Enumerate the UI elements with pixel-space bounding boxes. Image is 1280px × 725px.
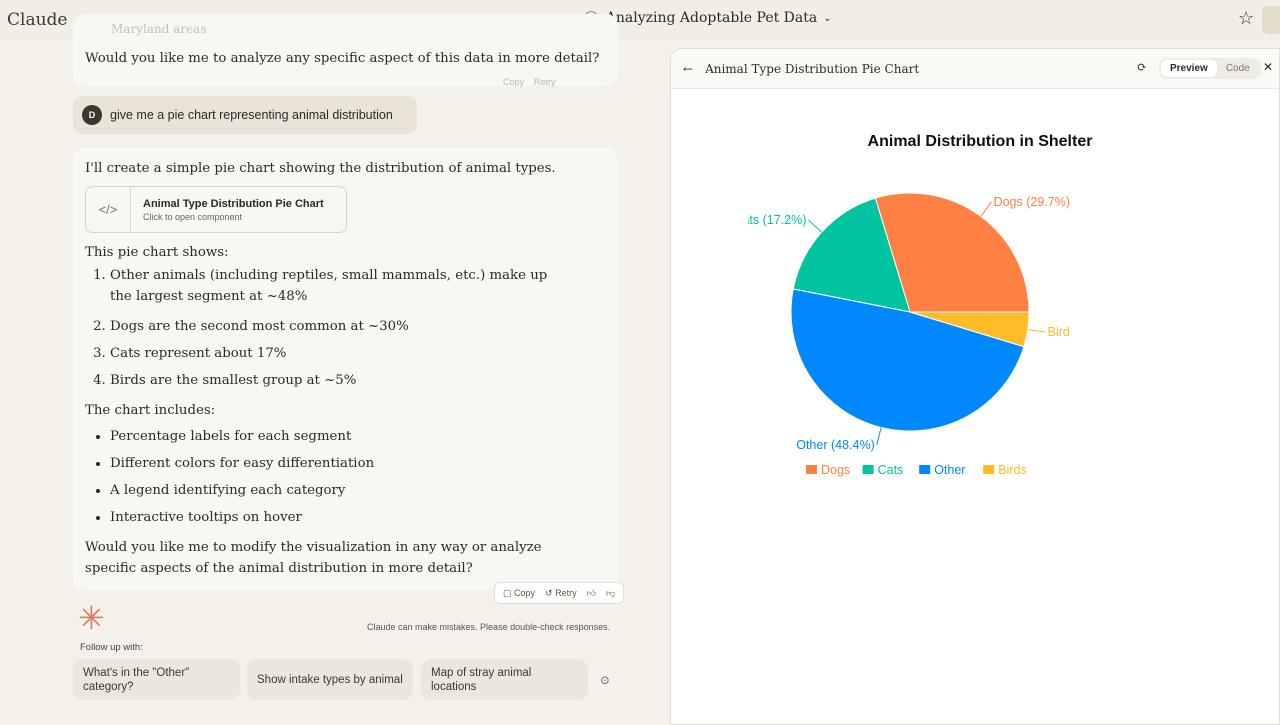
followup-chip[interactable]: Show intake types by animal bbox=[247, 659, 413, 700]
label-line bbox=[808, 219, 823, 233]
legend-item-birds[interactable]: Birds bbox=[983, 463, 1027, 477]
artifact-panel: ← Animal Type Distribution Pie Chart ⟳ P… bbox=[670, 48, 1280, 725]
thumbs-up-icon[interactable]: 👍︎ bbox=[587, 588, 596, 599]
claude-logo[interactable]: Claude bbox=[7, 10, 67, 30]
legend-item-dogs[interactable]: Dogs bbox=[806, 463, 850, 477]
slice-label: Cats (17.2%) bbox=[733, 213, 806, 227]
pie-chart: Animal Distribution in Shelter Dogs (29.… bbox=[733, 133, 1117, 477]
slice-label: Dogs (29.7%) bbox=[994, 195, 1070, 209]
svg-text:Dogs: Dogs bbox=[821, 463, 850, 477]
legend-item-other[interactable]: Other bbox=[919, 463, 965, 477]
followup-chip[interactable]: What's in the "Other" category? bbox=[73, 659, 240, 700]
svg-text:Other: Other bbox=[934, 463, 965, 477]
label-line bbox=[1027, 329, 1046, 333]
component-card[interactable]: </> Animal Type Distribution Pie Chart Cl… bbox=[85, 186, 347, 233]
conversation-title[interactable]: 🗨Analyzing Adoptable Pet Data⌄ bbox=[582, 10, 832, 26]
previous-assistant-message: Maryland areas Would you like me to anal… bbox=[73, 14, 618, 87]
slice-label: Birds (4.7%) bbox=[1048, 325, 1117, 339]
copy-button[interactable]: Copy bbox=[503, 77, 524, 87]
chevron-down-icon: ⌄ bbox=[823, 12, 832, 24]
chart-title: Animal Distribution in Shelter bbox=[868, 133, 1093, 150]
user-message: Dgive me a pie chart representing animal… bbox=[73, 96, 417, 134]
claude-spark-icon: ✳ bbox=[78, 599, 105, 637]
shows-list: Other animals (including reptiles, small… bbox=[85, 265, 555, 394]
tab-preview[interactable]: Preview bbox=[1161, 60, 1217, 77]
avatar: D bbox=[82, 105, 102, 125]
tab-code[interactable]: Code bbox=[1217, 60, 1259, 77]
label-line bbox=[876, 427, 882, 446]
svg-text:Cats: Cats bbox=[878, 463, 904, 477]
retry-button[interactable]: Retry bbox=[534, 77, 556, 87]
includes-list: Percentage labels for each segment Diffe… bbox=[85, 423, 374, 531]
code-icon: </> bbox=[86, 187, 131, 232]
assistant-message: I'll create a simple pie chart showing t… bbox=[73, 148, 618, 590]
close-icon[interactable]: ✕ bbox=[1263, 60, 1273, 74]
legend-item-cats[interactable]: Cats bbox=[862, 463, 904, 477]
copy-button[interactable]: ▢ Copy bbox=[503, 588, 535, 599]
thumbs-down-icon[interactable]: 👎︎ bbox=[606, 588, 615, 599]
slice-label: Other (48.4%) bbox=[796, 438, 875, 452]
svg-text:Birds: Birds bbox=[998, 463, 1026, 477]
sidebar-toggle[interactable] bbox=[1262, 6, 1280, 34]
retry-button[interactable]: ↺ Retry bbox=[545, 588, 577, 599]
label-line bbox=[980, 201, 992, 217]
disclaimer: Claude can make mistakes. Please double-… bbox=[367, 622, 611, 632]
star-icon[interactable]: ☆ bbox=[1238, 8, 1254, 29]
back-arrow-icon[interactable]: ← bbox=[683, 62, 693, 76]
more-suggestions-icon[interactable]: ⊙ bbox=[600, 673, 610, 687]
followup-chip[interactable]: Map of stray animal locations bbox=[421, 659, 588, 700]
refresh-icon[interactable]: ⟳ bbox=[1137, 60, 1147, 74]
